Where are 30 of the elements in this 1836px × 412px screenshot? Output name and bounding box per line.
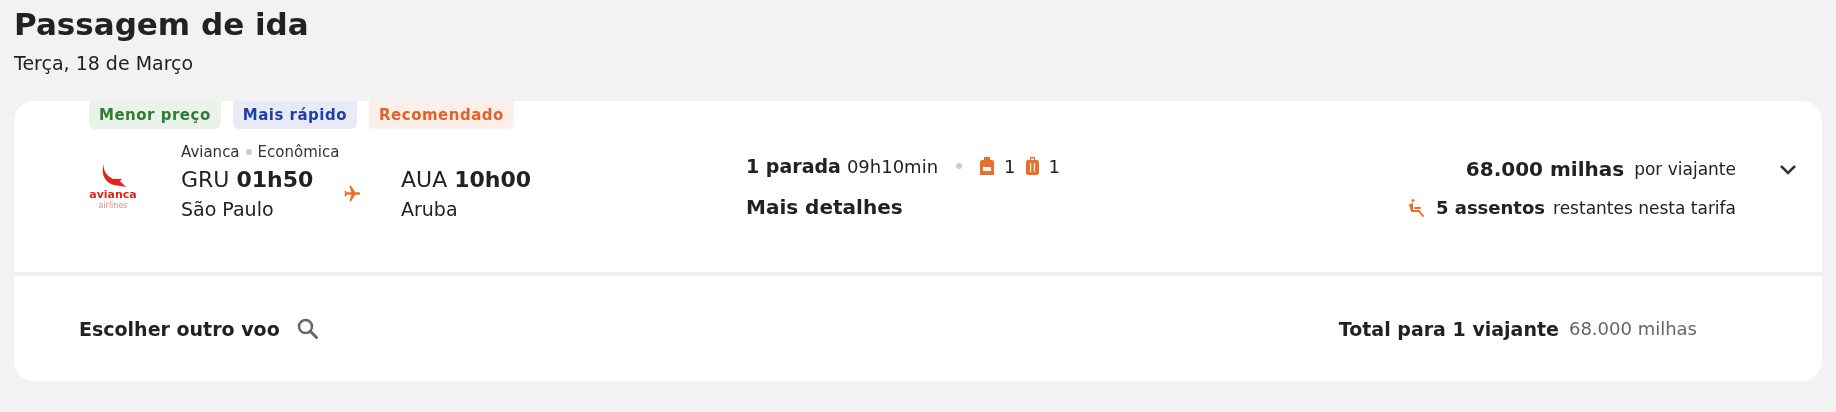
chevron-icon — [1778, 163, 1798, 177]
search-icon — [295, 316, 320, 341]
departure-city: São Paulo — [181, 198, 275, 220]
suitcase-count: 1 — [1048, 155, 1060, 177]
flight-duration: 09h10min — [846, 155, 939, 177]
flight-date: Terça, 18 de Março — [14, 52, 195, 74]
total-value: 68.000 milhas — [1568, 318, 1697, 339]
departure-time: GRU 01h50 — [181, 167, 315, 192]
tag: Recomendado — [369, 101, 514, 129]
backpack-icon — [980, 157, 995, 175]
airline-name: Avianca — [181, 143, 240, 161]
seats-note: restantes nesta tarifa — [1553, 197, 1736, 218]
price-per-traveler: 68.000 milhas — [1465, 157, 1625, 181]
arrival-city: Aruba — [401, 198, 459, 220]
choose-other-flight-button[interactable]: Escolher outro voo — [73, 315, 326, 342]
price-unit: por viajante — [1634, 159, 1736, 179]
tag: Menor preço — [89, 101, 221, 129]
tag: Mais rápido — [232, 101, 357, 129]
seats-count: 5 assentos — [1435, 197, 1546, 218]
stops-count: 1 parada — [746, 155, 841, 177]
logo-subtitle: airlines — [98, 201, 128, 210]
total-label: Total para 1 viajante — [1338, 317, 1559, 340]
arrival-time: AUA 10h00 — [401, 167, 533, 192]
cabin-class: Econômica — [257, 143, 340, 161]
logo-name: avianca — [89, 189, 137, 201]
backpack-count: 1 — [1004, 155, 1016, 177]
suitcase-icon — [1025, 157, 1039, 175]
details-link[interactable]: Mais detalhes — [746, 195, 903, 219]
airplane-icon — [341, 183, 361, 204]
page-title: Passagem de ida — [14, 5, 310, 44]
